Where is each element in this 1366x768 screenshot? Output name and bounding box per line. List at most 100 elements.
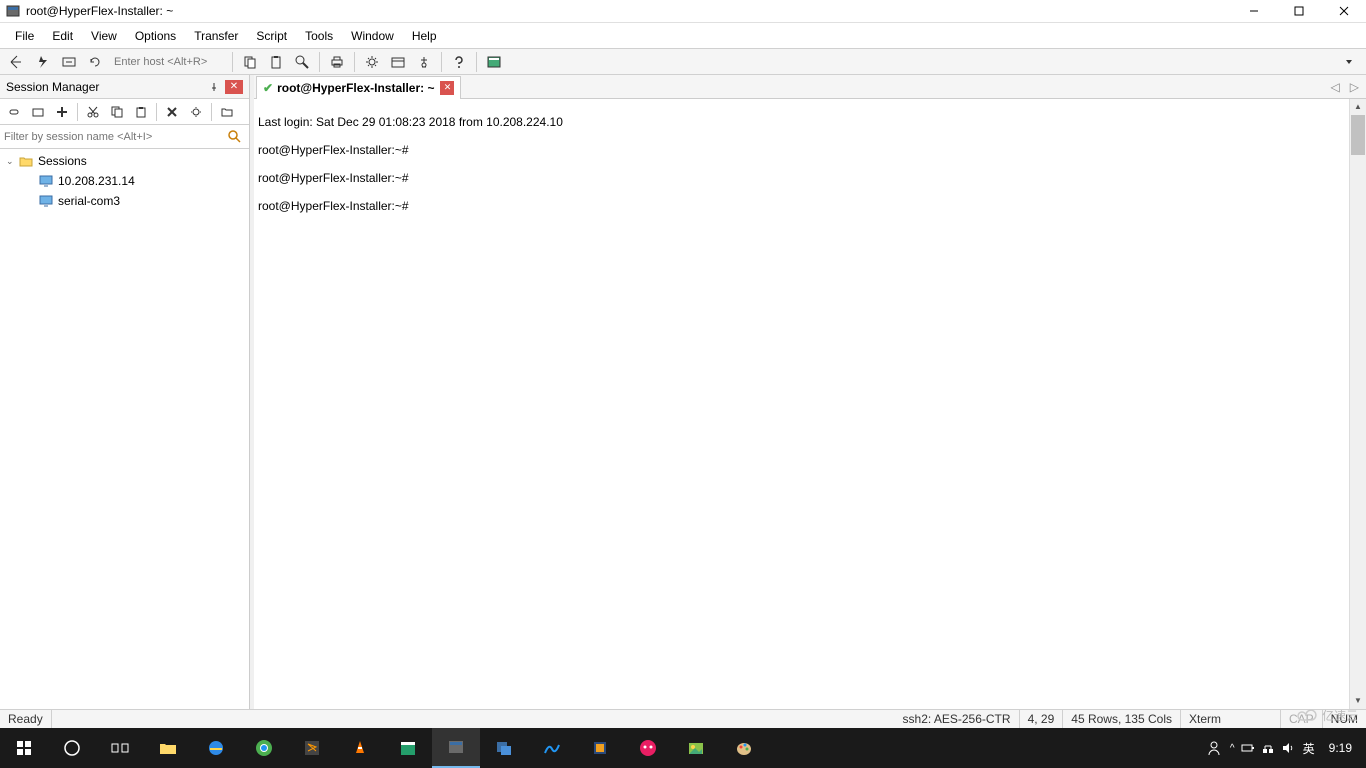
menu-script[interactable]: Script xyxy=(247,26,296,46)
session-copy-icon[interactable] xyxy=(106,101,128,123)
session-options-icon[interactable] xyxy=(386,50,410,74)
terminal[interactable]: Last login: Sat Dec 29 01:08:23 2018 fro… xyxy=(254,99,1366,709)
monitor-icon xyxy=(38,173,54,189)
menu-help[interactable]: Help xyxy=(403,26,446,46)
connect-icon[interactable] xyxy=(5,50,29,74)
connect-sftp-icon[interactable] xyxy=(57,50,81,74)
minimize-button[interactable] xyxy=(1231,0,1276,22)
paint-icon[interactable] xyxy=(720,728,768,768)
command-window-icon[interactable] xyxy=(482,50,506,74)
find-icon[interactable] xyxy=(290,50,314,74)
session-folder-icon[interactable] xyxy=(216,101,238,123)
menu-view[interactable]: View xyxy=(82,26,126,46)
task-view-icon[interactable] xyxy=(96,728,144,768)
menu-file[interactable]: File xyxy=(6,26,43,46)
status-term-size: 45 Rows, 135 Cols xyxy=(1063,710,1181,728)
menu-options[interactable]: Options xyxy=(126,26,185,46)
status-ready: Ready xyxy=(0,710,52,728)
session-link-icon[interactable] xyxy=(3,101,25,123)
session-new-icon[interactable] xyxy=(27,101,49,123)
ime-indicator[interactable]: 英 xyxy=(1303,740,1315,757)
window-title: root@HyperFlex-Installer: ~ xyxy=(26,4,1231,18)
session-delete-icon[interactable] xyxy=(161,101,183,123)
session-toolbar xyxy=(0,99,249,125)
print-icon[interactable] xyxy=(325,50,349,74)
folder-icon xyxy=(18,153,34,169)
scroll-up-icon[interactable]: ▲ xyxy=(1350,99,1366,115)
securecrt-icon[interactable] xyxy=(432,728,480,768)
people-icon[interactable] xyxy=(1206,740,1222,756)
session-tree[interactable]: ⌄ Sessions 10.208.231.14 serial-com3 xyxy=(0,149,249,709)
menu-window[interactable]: Window xyxy=(342,26,403,46)
search-icon[interactable] xyxy=(225,127,245,147)
sublime-icon[interactable] xyxy=(288,728,336,768)
app-icon-pink[interactable] xyxy=(624,728,672,768)
virtualbox-icon[interactable] xyxy=(576,728,624,768)
session-manager-panel: Session Manager ✕ ⌄ Session xyxy=(0,75,250,709)
chevron-down-icon[interactable]: ⌄ xyxy=(6,156,18,167)
close-button[interactable] xyxy=(1321,0,1366,22)
terminal-scrollbar[interactable]: ▲ ▼ xyxy=(1349,99,1366,709)
toolbar: Enter host <Alt+R> xyxy=(0,48,1366,75)
cortana-icon[interactable] xyxy=(48,728,96,768)
wireshark-icon[interactable] xyxy=(528,728,576,768)
session-paste-icon[interactable] xyxy=(130,101,152,123)
terminal-line: Last login: Sat Dec 29 01:08:23 2018 fro… xyxy=(258,115,1362,129)
status-protocol: ssh2: AES-256-CTR xyxy=(895,710,1020,728)
status-cap: CAP xyxy=(1281,710,1323,728)
tree-root-sessions[interactable]: ⌄ Sessions xyxy=(0,151,249,171)
ie-icon[interactable] xyxy=(192,728,240,768)
session-properties-icon[interactable] xyxy=(185,101,207,123)
chrome-icon[interactable] xyxy=(240,728,288,768)
windows-taskbar: ^ 英 9:19 xyxy=(0,728,1366,768)
tray-up-icon[interactable]: ^ xyxy=(1230,743,1235,754)
help-icon[interactable] xyxy=(447,50,471,74)
pin-icon[interactable] xyxy=(205,78,223,96)
session-tab[interactable]: ✔ root@HyperFlex-Installer: ~ ✕ xyxy=(256,76,461,99)
toolbar-menu-icon[interactable] xyxy=(1337,50,1361,74)
file-explorer-icon[interactable] xyxy=(144,728,192,768)
reconnect-icon[interactable] xyxy=(83,50,107,74)
network-icon[interactable] xyxy=(1261,741,1275,755)
taskbar-clock[interactable]: 9:19 xyxy=(1323,742,1358,755)
menu-edit[interactable]: Edit xyxy=(43,26,82,46)
photos-icon[interactable] xyxy=(672,728,720,768)
session-item[interactable]: 10.208.231.14 xyxy=(0,171,249,191)
tabbar: ✔ root@HyperFlex-Installer: ~ ✕ ◁ ▷ xyxy=(254,75,1366,99)
quick-connect-icon[interactable] xyxy=(31,50,55,74)
status-num: NUM xyxy=(1323,710,1366,728)
session-add-icon[interactable] xyxy=(51,101,73,123)
tab-next-icon[interactable]: ▷ xyxy=(1347,80,1362,94)
session-filter-input[interactable] xyxy=(4,131,225,143)
tab-close-button[interactable]: ✕ xyxy=(440,81,454,95)
statusbar: Ready ssh2: AES-256-CTR 4, 29 45 Rows, 1… xyxy=(0,709,1366,728)
session-item[interactable]: serial-com3 xyxy=(0,191,249,211)
copy-icon[interactable] xyxy=(238,50,262,74)
terminal-line: root@HyperFlex-Installer:~# xyxy=(258,171,1362,185)
terminal-line: root@HyperFlex-Installer:~# xyxy=(258,143,1362,157)
calendar-icon[interactable] xyxy=(384,728,432,768)
scroll-thumb[interactable] xyxy=(1351,115,1365,155)
settings-icon[interactable] xyxy=(360,50,384,74)
window-titlebar: root@HyperFlex-Installer: ~ xyxy=(0,0,1366,23)
session-manager-title: Session Manager xyxy=(6,80,203,94)
enter-host-input[interactable]: Enter host <Alt+R> xyxy=(108,54,228,70)
paste-icon[interactable] xyxy=(264,50,288,74)
vlc-icon[interactable] xyxy=(336,728,384,768)
vmware-icon[interactable] xyxy=(480,728,528,768)
volume-icon[interactable] xyxy=(1281,741,1295,755)
menu-transfer[interactable]: Transfer xyxy=(185,26,247,46)
panel-close-button[interactable]: ✕ xyxy=(225,80,243,94)
status-term-type: Xterm xyxy=(1181,710,1281,728)
tab-prev-icon[interactable]: ◁ xyxy=(1328,80,1343,94)
maximize-button[interactable] xyxy=(1276,0,1321,22)
battery-icon[interactable] xyxy=(1241,741,1255,755)
keymap-icon[interactable] xyxy=(412,50,436,74)
session-cut-icon[interactable] xyxy=(82,101,104,123)
start-button[interactable] xyxy=(0,728,48,768)
system-tray[interactable]: ^ xyxy=(1230,741,1295,755)
menu-tools[interactable]: Tools xyxy=(296,26,342,46)
status-cursor-pos: 4, 29 xyxy=(1020,710,1064,728)
scroll-down-icon[interactable]: ▼ xyxy=(1350,693,1366,709)
terminal-line: root@HyperFlex-Installer:~# xyxy=(258,199,1362,213)
